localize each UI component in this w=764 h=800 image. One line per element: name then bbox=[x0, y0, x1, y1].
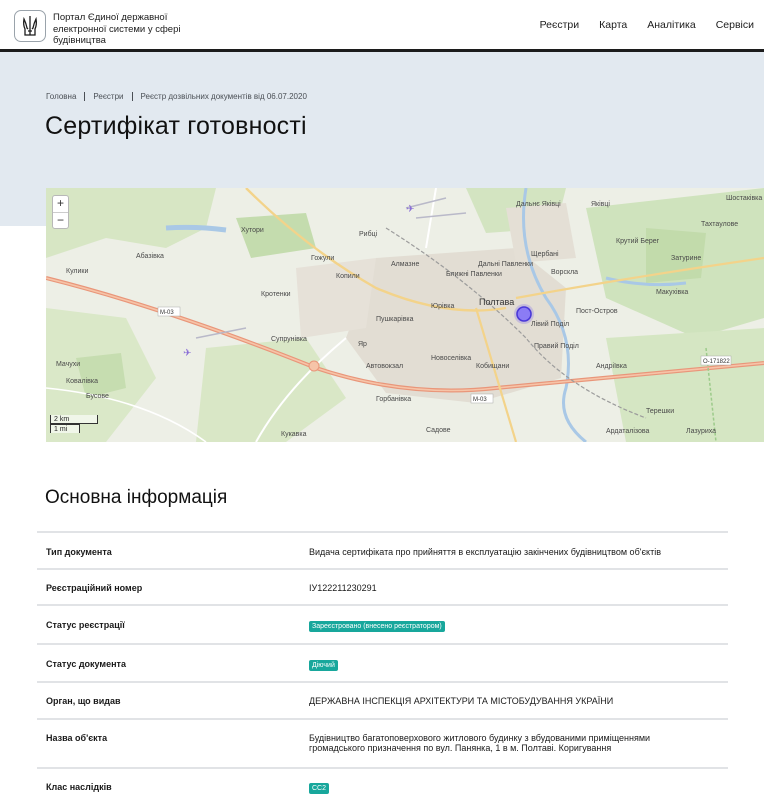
svg-text:Дальнє Яківці: Дальнє Яківці bbox=[516, 200, 561, 208]
svg-text:Дальні Павленки: Дальні Павленки bbox=[478, 260, 533, 268]
svg-text:Щербані: Щербані bbox=[531, 250, 559, 258]
svg-text:Тахтаулове: Тахтаулове bbox=[701, 221, 738, 228]
svg-text:Садове: Садове bbox=[426, 427, 451, 434]
svg-text:Яр: Яр bbox=[358, 341, 367, 348]
scale-km: 2 km bbox=[50, 415, 98, 424]
portal-title[interactable]: Портал Єдиної державної електронної сист… bbox=[53, 12, 203, 47]
svg-text:Хутори: Хутори bbox=[241, 227, 264, 234]
svg-text:Макухівка: Макухівка bbox=[656, 288, 688, 296]
svg-text:Кротенки: Кротенки bbox=[261, 291, 291, 298]
nav-services[interactable]: Сервіси bbox=[716, 19, 754, 31]
svg-text:Крутий Берег: Крутий Берег bbox=[616, 237, 660, 245]
scale-mi: 1 mi bbox=[50, 424, 80, 433]
main-nav: Реєстри Карта Аналітика Сервіси bbox=[520, 19, 754, 31]
svg-text:Гожули: Гожули bbox=[311, 255, 334, 262]
svg-text:Яківці: Яківці bbox=[591, 200, 610, 208]
map-zoom-control: + − bbox=[52, 195, 69, 229]
breadcrumb-separator bbox=[131, 92, 133, 101]
map-scale: 2 km 1 mi bbox=[50, 415, 98, 433]
svg-text:Кобищани: Кобищани bbox=[476, 362, 509, 370]
svg-text:Пост-Остров: Пост-Остров bbox=[576, 308, 618, 315]
row-value: Видача сертифіката про прийняття в експл… bbox=[309, 547, 661, 557]
row-label: Реєстраційний номер bbox=[46, 583, 143, 593]
breadcrumb-separator bbox=[84, 92, 86, 101]
row-value: ІУ122211230291 bbox=[309, 583, 377, 593]
info-row-object-name: Назва об'єкта Будівництво багатоповерхов… bbox=[37, 720, 728, 769]
svg-text:Кукавка: Кукавка bbox=[281, 431, 307, 438]
zoom-out-button[interactable]: − bbox=[53, 212, 68, 228]
info-row-document-status: Статус документа Діючий bbox=[37, 645, 728, 683]
svg-text:Абазівка: Абазівка bbox=[136, 252, 164, 260]
row-value: Будівництво багатоповерхового житлового … bbox=[309, 733, 651, 753]
svg-text:Андріївка: Андріївка bbox=[596, 362, 627, 370]
info-row-registration-number: Реєстраційний номер ІУ122211230291 bbox=[37, 570, 728, 606]
breadcrumb-registries[interactable]: Реєстри bbox=[93, 92, 123, 101]
svg-text:Мачухи: Мачухи bbox=[56, 361, 80, 368]
svg-text:Копили: Копили bbox=[336, 273, 360, 280]
svg-text:Юрівка: Юрівка bbox=[431, 302, 454, 310]
svg-text:Ковалівка: Ковалівка bbox=[66, 377, 98, 385]
svg-text:Лівий Поділ: Лівий Поділ bbox=[531, 320, 569, 328]
svg-text:Ардаталізова: Ардаталізова bbox=[606, 427, 650, 435]
row-label: Клас наслідків bbox=[46, 782, 112, 792]
info-row-consequence-class: Клас наслідків СС2 bbox=[37, 769, 728, 800]
info-row-issuing-authority: Орган, що видав ДЕРЖАВНА ІНСПЕКЦІЯ АРХІТ… bbox=[37, 683, 728, 720]
row-label: Статус документа bbox=[46, 659, 126, 669]
svg-text:Алмазне: Алмазне bbox=[391, 261, 419, 268]
nav-map[interactable]: Карта bbox=[599, 19, 627, 31]
svg-text:Бусове: Бусове bbox=[86, 393, 109, 400]
info-row-document-type: Тип документа Видача сертифіката про при… bbox=[37, 533, 728, 570]
svg-text:О-171822: О-171822 bbox=[703, 359, 730, 365]
svg-text:Горбанівка: Горбанівка bbox=[376, 395, 411, 403]
svg-text:Рибці: Рибці bbox=[359, 230, 378, 238]
svg-text:Полтава: Полтава bbox=[479, 297, 514, 307]
info-row-registration-status: Статус реєстрації Зареєстровано (внесено… bbox=[37, 606, 728, 645]
page-title: Сертифікат готовності bbox=[45, 112, 307, 140]
location-marker[interactable] bbox=[516, 306, 532, 322]
status-badge: Діючий bbox=[309, 660, 338, 671]
status-badge: Зареєстровано (внесено реєстратором) bbox=[309, 621, 445, 632]
class-badge: СС2 bbox=[309, 783, 330, 794]
svg-text:M-03: M-03 bbox=[473, 397, 487, 403]
svg-text:Новоселівка: Новоселівка bbox=[431, 354, 471, 362]
svg-text:Пушкарівка: Пушкарівка bbox=[376, 315, 414, 323]
svg-text:Затурине: Затурине bbox=[671, 255, 701, 262]
row-label: Назва об'єкта bbox=[46, 733, 108, 743]
svg-text:Лазуриха: Лазуриха bbox=[686, 428, 716, 435]
location-map[interactable]: ✈ ✈ Полтава Юрівка Пушкарівка Новоселівк… bbox=[46, 188, 764, 442]
svg-text:✈: ✈ bbox=[183, 348, 191, 359]
breadcrumb: Головна Реєстри Реєстр дозвільних докуме… bbox=[46, 92, 307, 101]
section-title: Основна інформація bbox=[45, 487, 228, 508]
svg-text:Ближні Павленки: Ближні Павленки bbox=[446, 270, 502, 278]
svg-text:Кулики: Кулики bbox=[66, 268, 88, 275]
row-label: Орган, що видав bbox=[46, 696, 121, 706]
svg-text:Шостаківка: Шостаківка bbox=[726, 194, 762, 202]
svg-text:Супрунівка: Супрунівка bbox=[271, 335, 307, 343]
svg-text:M-03: M-03 bbox=[160, 310, 174, 316]
svg-text:Правий Поділ: Правий Поділ bbox=[534, 342, 579, 350]
trident-logo-icon[interactable] bbox=[14, 10, 46, 42]
svg-text:Автовокзал: Автовокзал bbox=[366, 363, 403, 370]
zoom-in-button[interactable]: + bbox=[53, 196, 68, 212]
breadcrumb-home[interactable]: Головна bbox=[46, 92, 76, 101]
row-label: Тип документа bbox=[46, 547, 112, 557]
nav-analytics[interactable]: Аналітика bbox=[647, 19, 695, 31]
site-header: Портал Єдиної державної електронної сист… bbox=[0, 0, 764, 52]
nav-registries[interactable]: Реєстри bbox=[540, 19, 580, 31]
breadcrumb-current[interactable]: Реєстр дозвільних документів від 06.07.2… bbox=[141, 92, 307, 101]
svg-text:Терешки: Терешки bbox=[646, 408, 674, 415]
row-label: Статус реєстрації bbox=[46, 620, 125, 630]
row-value: ДЕРЖАВНА ІНСПЕКЦІЯ АРХІТЕКТУРИ ТА МІСТОБ… bbox=[309, 696, 614, 706]
info-table: Тип документа Видача сертифіката про при… bbox=[37, 531, 728, 800]
svg-text:✈: ✈ bbox=[406, 204, 414, 215]
svg-text:Ворскла: Ворскла bbox=[551, 269, 578, 276]
